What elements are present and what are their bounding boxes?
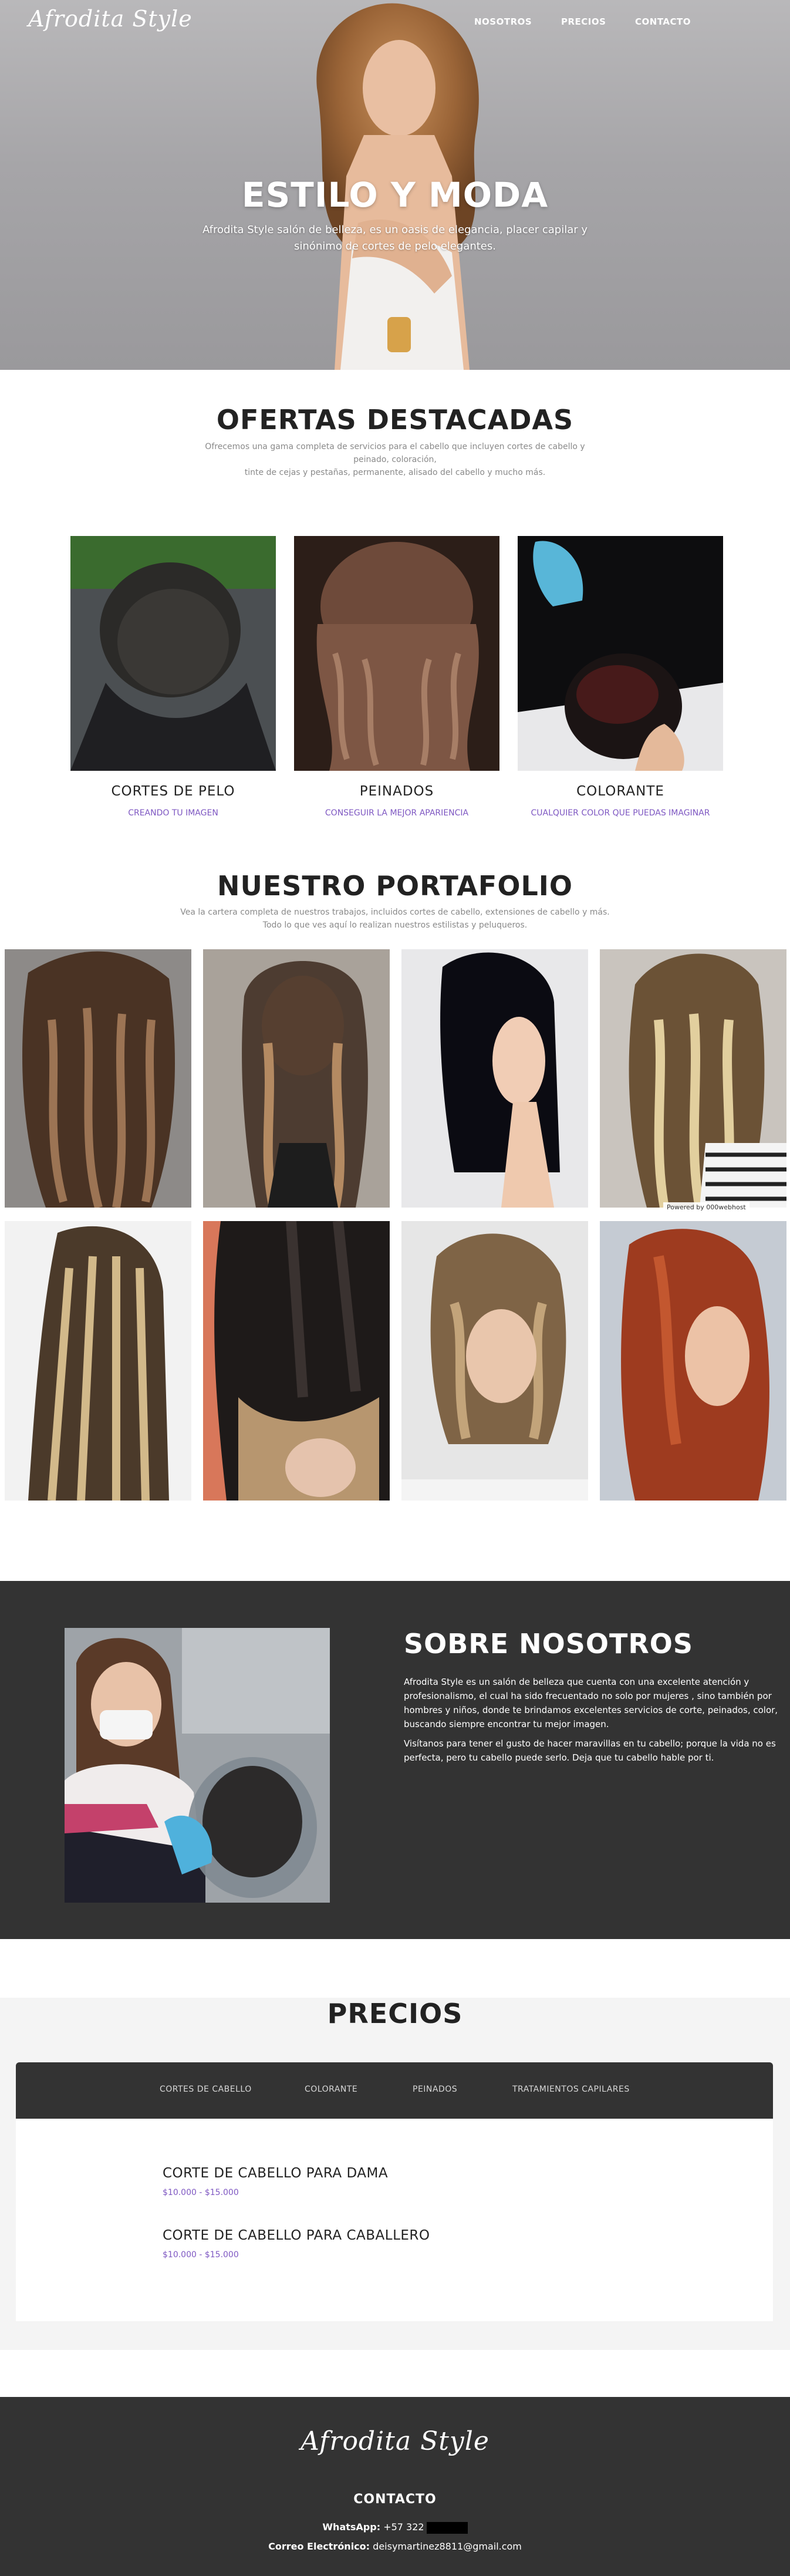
- top-navigation: Afrodita Style NOSOTROS PRECIOS CONTACTO: [0, 0, 790, 44]
- portfolio-image-1[interactable]: [5, 949, 191, 1208]
- portfolio-title: NUESTRO PORTAFOLIO: [217, 870, 573, 902]
- tab-peinados[interactable]: PEINADOS: [413, 2085, 457, 2094]
- hero-subtitle: Afrodita Style salón de belleza, es un o…: [202, 224, 588, 252]
- offer-link[interactable]: CONSEGUIR LA MEJOR APARIENCIA: [294, 808, 499, 818]
- offers-description-line-2: tinte de cejas y pestañas, permanente, a…: [244, 468, 546, 477]
- footer-whatsapp: WhatsApp: +57 322: [0, 2521, 790, 2534]
- offers-description: Ofrecemos una gama completa de servicios…: [187, 440, 603, 479]
- powered-by-badge[interactable]: Powered by 000webhost: [663, 1202, 750, 1212]
- offer-card-peinados: PEINADOS CONSEGUIR LA MEJOR APARIENCIA: [294, 536, 499, 818]
- offer-link[interactable]: CREANDO TU IMAGEN: [70, 808, 276, 818]
- offers-description-line-1: Ofrecemos una gama completa de servicios…: [205, 442, 585, 464]
- redacted-block: [426, 2521, 468, 2534]
- nav-contacto[interactable]: CONTACTO: [635, 16, 691, 27]
- portfolio-image-2[interactable]: [203, 949, 390, 1208]
- portfolio-image-3[interactable]: [401, 949, 588, 1208]
- about-section: SOBRE NOSOTROS Afrodita Style es un saló…: [0, 1581, 790, 1939]
- tab-tratamientos-capilares[interactable]: TRATAMIENTOS CAPILARES: [512, 2085, 630, 2094]
- portfolio-image-7[interactable]: [401, 1221, 588, 1501]
- footer-logo: Afrodita Style: [301, 2426, 489, 2456]
- nav-precios[interactable]: PRECIOS: [561, 16, 606, 27]
- email-value[interactable]: deisymartinez8811@gmail.com: [373, 2541, 522, 2552]
- offer-name: PEINADOS: [359, 784, 434, 799]
- footer-email: Correo Electrónico: deisymartinez8811@gm…: [0, 2541, 790, 2552]
- price-item-name: CORTE DE CABELLO PARA CABALLERO: [163, 2228, 430, 2243]
- updo-hairstyle-photo: [294, 536, 499, 771]
- offers-title: OFERTAS DESTACADAS: [216, 404, 574, 436]
- tab-colorante[interactable]: COLORANTE: [305, 2085, 357, 2094]
- email-label: Correo Electrónico:: [268, 2541, 370, 2552]
- price-item-name: CORTE DE CABELLO PARA DAMA: [163, 2166, 389, 2181]
- haircut-photo: [70, 536, 276, 824]
- price-panel: CORTE DE CABELLO PARA DAMA $10.000 - $15…: [16, 2119, 773, 2321]
- portfolio-image-8[interactable]: [600, 1221, 786, 1501]
- about-paragraph-2: Visítanos para tener el gusto de hacer m…: [404, 1738, 776, 1763]
- nav-nosotros[interactable]: NOSOTROS: [474, 16, 532, 27]
- about-title: SOBRE NOSOTROS: [404, 1628, 694, 1660]
- offer-card-colorante: COLORANTE CUALQUIER COLOR QUE PUEDAS IMA…: [518, 536, 723, 818]
- hair-coloring-photo: [518, 536, 723, 771]
- portfolio-image-5[interactable]: [5, 1221, 191, 1501]
- whatsapp-label: WhatsApp:: [322, 2521, 381, 2533]
- price-item-value: $10.000 - $15.000: [163, 2250, 239, 2260]
- prices-title: PRECIOS: [327, 1998, 463, 2029]
- footer-contact-title: CONTACTO: [353, 2492, 437, 2507]
- portfolio-description: Vea la cartera completa de nuestros trab…: [180, 908, 610, 930]
- hero-section: Afrodita Style NOSOTROS PRECIOS CONTACTO…: [0, 0, 790, 370]
- portfolio-image-6[interactable]: [203, 1221, 390, 1501]
- portfolio-image-4[interactable]: [600, 949, 786, 1208]
- price-item-value: $10.000 - $15.000: [163, 2188, 239, 2197]
- offer-name: COLORANTE: [576, 784, 664, 799]
- prices-section: PRECIOS CORTES DE CABELLO COLORANTE PEIN…: [0, 1998, 790, 2350]
- offer-card-cortes: CORTES DE PELO CREANDO TU IMAGEN: [70, 536, 276, 824]
- brand-logo[interactable]: Afrodita Style: [28, 6, 193, 32]
- hero-title: ESTILO Y MODA: [241, 175, 549, 215]
- tab-cortes-de-cabello[interactable]: CORTES DE CABELLO: [160, 2085, 252, 2094]
- about-paragraph-1: Afrodita Style es un salón de belleza qu…: [404, 1677, 778, 1729]
- footer: Afrodita Style CONTACTO WhatsApp: +57 32…: [0, 2397, 790, 2576]
- whatsapp-value[interactable]: +57 322: [383, 2521, 424, 2533]
- price-tabs: CORTES DE CABELLO COLORANTE PEINADOS TRA…: [16, 2062, 773, 2119]
- about-stylist-photo: [65, 1628, 330, 1903]
- offer-name: CORTES DE PELO: [111, 784, 235, 799]
- offer-link[interactable]: CUALQUIER COLOR QUE PUEDAS IMAGINAR: [518, 808, 723, 818]
